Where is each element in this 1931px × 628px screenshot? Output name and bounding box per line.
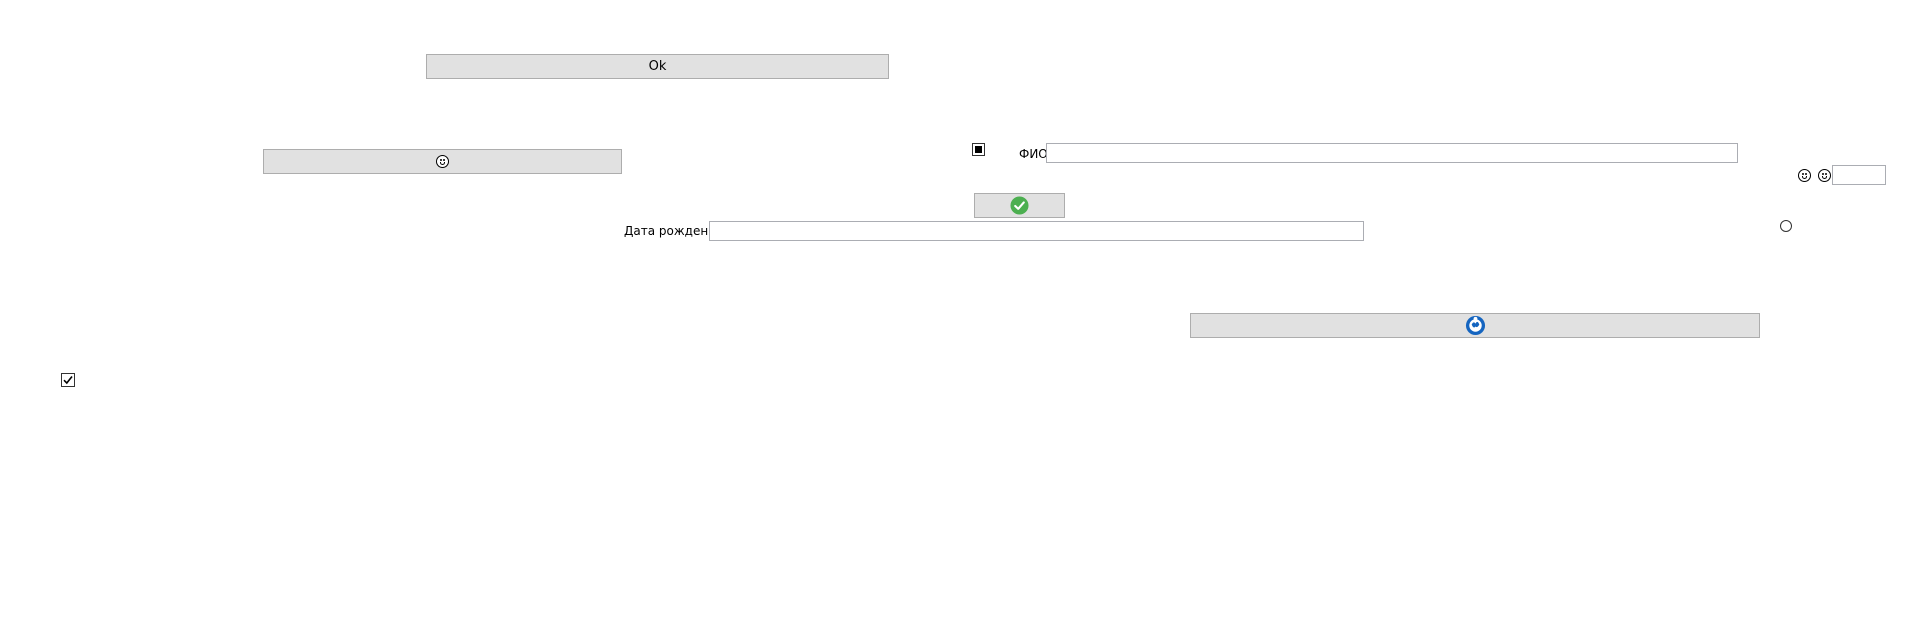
green-check-icon bbox=[1010, 196, 1029, 215]
globe-button[interactable] bbox=[1190, 313, 1760, 338]
ok-button[interactable]: Ok bbox=[426, 54, 889, 79]
fio-input[interactable] bbox=[1046, 143, 1738, 163]
checkmark-icon bbox=[63, 376, 73, 385]
laughing-face-icon bbox=[436, 155, 449, 168]
radio-button[interactable] bbox=[1780, 220, 1792, 232]
blue-globe-icon bbox=[1465, 315, 1485, 336]
ok-button-label: Ok bbox=[648, 59, 667, 74]
small-input[interactable] bbox=[1832, 165, 1886, 185]
check-button[interactable] bbox=[974, 193, 1065, 218]
indeterminate-checkbox[interactable] bbox=[972, 143, 985, 156]
fio-label: ФИО bbox=[1019, 147, 1048, 161]
checkbox-fill bbox=[975, 146, 982, 153]
emoji-button[interactable] bbox=[263, 149, 622, 174]
grinning-face-icon bbox=[1818, 169, 1831, 182]
checked-checkbox[interactable] bbox=[61, 373, 75, 387]
birth-date-input[interactable] bbox=[709, 221, 1364, 241]
laughing-face-icon bbox=[1798, 169, 1811, 182]
